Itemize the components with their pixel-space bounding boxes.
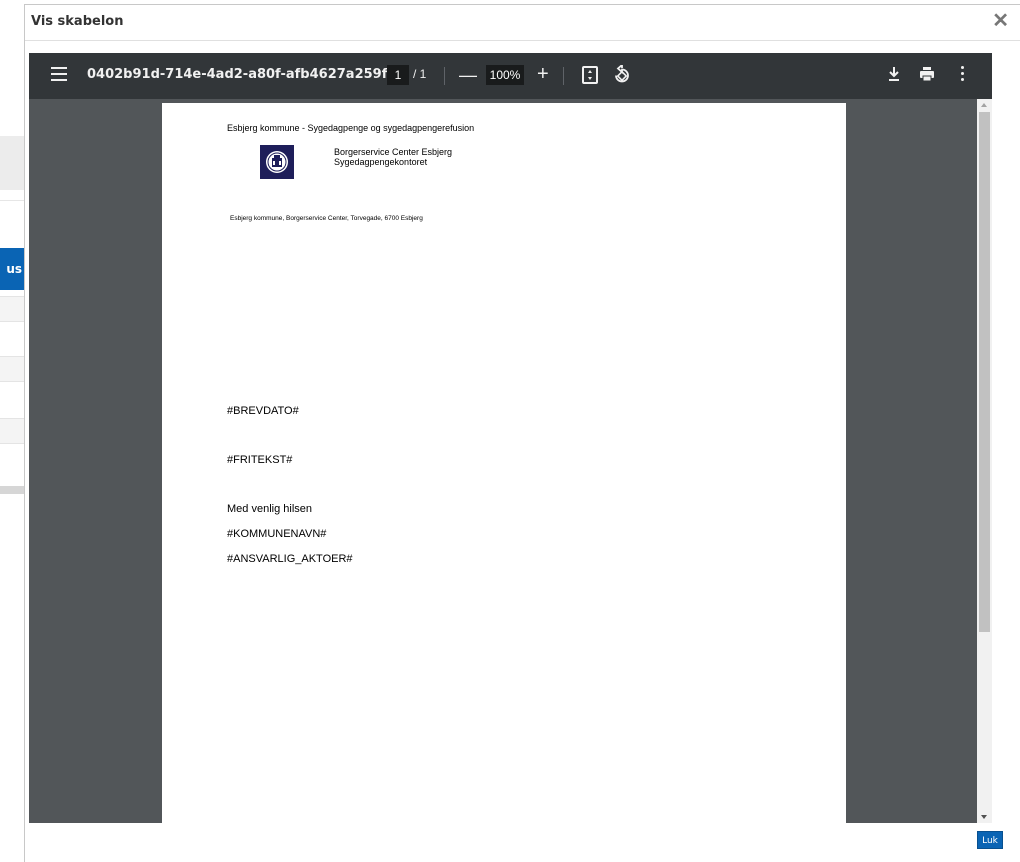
scroll-down-icon[interactable]: [981, 815, 987, 819]
responsible-actor-placeholder: #ANSVARLIG_AKTOER#: [227, 553, 353, 565]
pdf-page: Esbjerg kommune - Sygedagpenge og sygeda…: [162, 103, 846, 823]
download-icon[interactable]: [887, 66, 901, 87]
page-count: / 1: [413, 67, 427, 81]
municipality-placeholder: #KOMMUNENAVN#: [227, 528, 327, 540]
fit-page-icon[interactable]: [582, 66, 598, 84]
background-scroll-bar: [0, 486, 24, 494]
more-options-icon[interactable]: [961, 66, 965, 84]
date-placeholder: #BREVDATO#: [227, 405, 299, 417]
pdf-toolbar: 0402b91d-714e-4ad2-a80f-afb4627a259f 1 /…: [29, 53, 992, 99]
municipality-logo-icon: [260, 145, 294, 179]
zoom-in-icon[interactable]: +: [537, 63, 549, 85]
rotate-icon[interactable]: [613, 63, 631, 90]
scroll-up-icon[interactable]: [981, 103, 987, 107]
background-panel: [0, 136, 24, 190]
background-app: us: [0, 0, 24, 862]
pdf-viewer: 0402b91d-714e-4ad2-a80f-afb4627a259f 1 /…: [29, 53, 992, 823]
dialog-header: Vis skabelon ✕: [25, 5, 1020, 41]
toolbar-divider: [563, 67, 564, 85]
menu-icon[interactable]: [51, 67, 67, 85]
page-number-input[interactable]: 1: [387, 65, 409, 85]
background-selected-item: us: [0, 248, 24, 290]
close-icon[interactable]: ✕: [992, 11, 1009, 31]
toolbar-divider: [444, 67, 445, 85]
close-button[interactable]: Luk: [977, 831, 1003, 849]
pdf-page-area[interactable]: Esbjerg kommune - Sygedagpenge og sygeda…: [29, 99, 977, 823]
background-row: [0, 418, 24, 444]
background-divider: [0, 200, 24, 201]
vertical-scrollbar[interactable]: [977, 99, 992, 823]
pdf-filename: 0402b91d-714e-4ad2-a80f-afb4627a259f: [87, 67, 388, 82]
sender-address: Esbjerg kommune, Borgerservice Center, T…: [230, 215, 423, 222]
organization-name: Borgerservice Center Esbjerg: [334, 147, 453, 157]
template-preview-dialog: Vis skabelon ✕ 0402b91d-714e-4ad2-a80f-a…: [24, 4, 1020, 862]
freetext-placeholder: #FRITEKST#: [227, 454, 293, 466]
scrollbar-thumb[interactable]: [979, 112, 990, 632]
dialog-title: Vis skabelon: [31, 14, 124, 29]
department-name: Sygedagpengekontoret: [334, 157, 428, 167]
print-icon[interactable]: [919, 66, 935, 87]
background-row: [0, 356, 24, 382]
document-header: Esbjerg kommune - Sygedagpenge og sygeda…: [227, 123, 475, 133]
zoom-level-input[interactable]: 100%: [486, 65, 524, 85]
closing-text: Med venlig hilsen: [227, 503, 312, 515]
zoom-out-icon[interactable]: —: [459, 65, 477, 85]
background-row: [0, 296, 24, 322]
